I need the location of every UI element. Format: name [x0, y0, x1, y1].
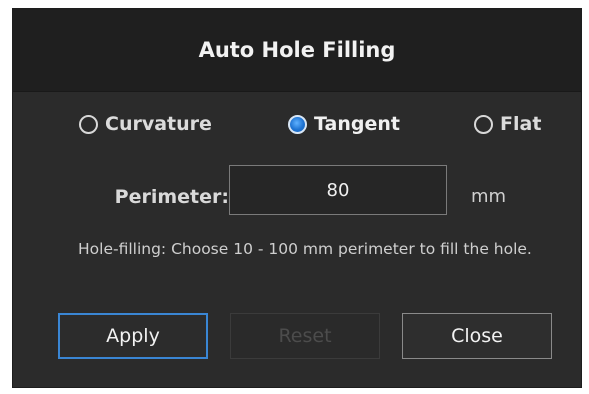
- radio-flat[interactable]: Flat: [474, 113, 541, 135]
- close-button[interactable]: Close: [402, 313, 552, 359]
- mode-radio-group: Curvature Tangent Flat: [13, 113, 581, 145]
- radio-unchecked-icon: [79, 114, 98, 134]
- radio-checked-icon: [288, 114, 307, 134]
- radio-unchecked-icon: [474, 114, 493, 134]
- dialog-title: Auto Hole Filling: [198, 38, 396, 62]
- radio-curvature-label: Curvature: [105, 113, 212, 135]
- radio-curvature[interactable]: Curvature: [79, 113, 212, 135]
- perimeter-unit: mm: [471, 186, 507, 207]
- dialog-titlebar: Auto Hole Filling: [13, 9, 581, 92]
- perimeter-label: Perimeter:: [114, 186, 229, 208]
- apply-button[interactable]: Apply: [58, 313, 208, 359]
- radio-tangent-label: Tangent: [314, 113, 400, 135]
- radio-tangent[interactable]: Tangent: [288, 113, 400, 135]
- hole-filling-hint: Hole-filling: Choose 10 - 100 mm perimet…: [78, 240, 532, 258]
- radio-flat-label: Flat: [500, 113, 542, 135]
- auto-hole-filling-dialog: Auto Hole Filling Curvature Tangent Flat…: [12, 8, 582, 388]
- perimeter-input[interactable]: [229, 165, 447, 215]
- reset-button[interactable]: Reset: [230, 313, 380, 359]
